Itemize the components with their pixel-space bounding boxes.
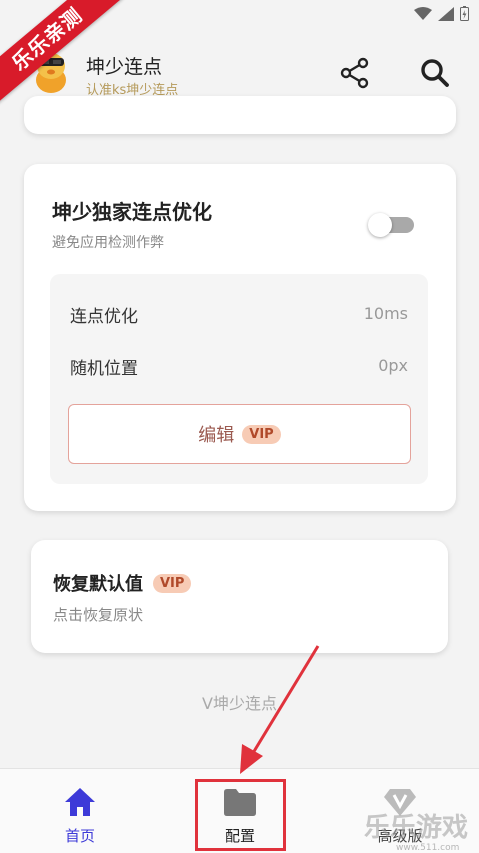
vip-badge: VIP bbox=[242, 424, 281, 444]
random-position-label: 随机位置 bbox=[70, 359, 138, 379]
share-icon[interactable] bbox=[336, 54, 374, 92]
click-optimize-value: 10ms bbox=[363, 304, 408, 323]
signal-icon bbox=[438, 6, 454, 21]
watermark-url: www.511.com bbox=[396, 843, 459, 853]
reset-subtitle: 点击恢复原状 bbox=[53, 606, 144, 624]
wifi-icon bbox=[414, 6, 432, 20]
optimization-title: 坤少独家连点优化 bbox=[52, 200, 212, 224]
optimization-subtitle: 避免应用检测作弊 bbox=[52, 235, 164, 251]
watermark-text: 乐乐游戏 bbox=[364, 813, 468, 843]
previous-card bbox=[24, 96, 456, 134]
battery-icon bbox=[460, 6, 469, 21]
reset-defaults-card[interactable]: 恢复默认值 VIP 点击恢复原状 bbox=[31, 540, 448, 653]
annotation-arrow bbox=[240, 645, 320, 774]
toggle-knob bbox=[368, 213, 392, 237]
optimization-card: 坤少独家连点优化 避免应用检测作弊 连点优化 10ms 随机位置 0px 编辑 … bbox=[24, 164, 456, 511]
click-optimize-label: 连点优化 bbox=[70, 307, 138, 327]
vip-badge: VIP bbox=[153, 573, 192, 593]
reset-title-row: 恢复默认值 VIP bbox=[53, 570, 192, 596]
home-icon bbox=[65, 788, 95, 816]
app-title: 坤少连点 bbox=[86, 56, 163, 78]
edit-button[interactable]: 编辑 VIP bbox=[68, 404, 411, 464]
reset-title: 恢复默认值 bbox=[53, 574, 143, 595]
nav-item-home[interactable]: 首页 bbox=[0, 769, 160, 853]
optimization-toggle[interactable] bbox=[368, 212, 414, 237]
settings-panel: 连点优化 10ms 随机位置 0px 编辑 VIP bbox=[50, 274, 428, 484]
nav-label-home: 首页 bbox=[64, 827, 95, 845]
search-icon[interactable] bbox=[416, 54, 454, 92]
watermark-logo: 乐乐游戏 www.511.com bbox=[364, 813, 468, 853]
edit-button-label: 编辑 bbox=[198, 425, 235, 446]
random-position-value: 0px bbox=[378, 356, 408, 375]
annotation-highlight-box bbox=[195, 779, 286, 851]
